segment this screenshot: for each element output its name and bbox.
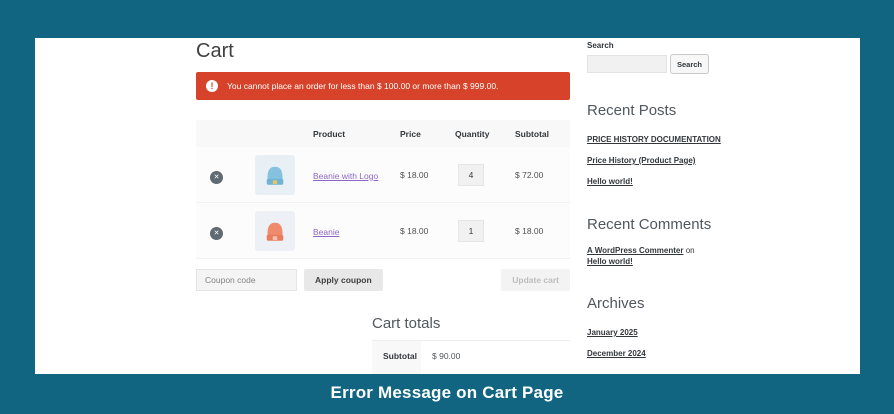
product-link[interactable]: Beanie — [313, 227, 339, 237]
comment-post-link[interactable]: Hello world! — [587, 257, 633, 266]
recent-post-link[interactable]: PRICE HISTORY DOCUMENTATION — [587, 135, 721, 144]
error-message: You cannot place an order for less than … — [227, 81, 499, 91]
comment-author-link[interactable]: A WordPress Commenter — [587, 246, 683, 255]
archive-link[interactable]: January 2025 — [587, 328, 638, 337]
page-title: Cart — [196, 40, 234, 62]
coupon-code-input[interactable] — [196, 269, 297, 291]
line-subtotal: $ 72.00 — [515, 169, 544, 180]
beanie-coral-graphic — [266, 222, 284, 241]
cart-totals-title: Cart totals — [372, 315, 441, 332]
product-price: $ 18.00 — [400, 169, 429, 180]
recent-posts-title: Recent Posts — [587, 102, 677, 119]
cart-totals-table: Subtotal $ 90.00 — [372, 340, 570, 374]
remove-item-icon[interactable]: ✕ — [210, 170, 223, 184]
search-widget: Search Search — [587, 41, 727, 74]
column-header-price: Price — [400, 128, 421, 139]
cart-row-beanie-with-logo: ✕ Beanie with Logo $ 18.00 $ 72.00 — [196, 147, 570, 203]
recent-post-link[interactable]: Hello world! — [587, 177, 633, 186]
recent-post-link[interactable]: Price History (Product Page) — [587, 156, 695, 165]
cart-actions-row: Apply coupon Update cart — [196, 269, 570, 291]
search-label: Search — [587, 41, 614, 50]
search-input[interactable] — [587, 55, 667, 73]
column-header-subtotal: Subtotal — [515, 128, 549, 139]
beanie-blue-graphic — [266, 166, 284, 185]
column-header-quantity: Quantity — [455, 128, 490, 139]
cart-table: Product Price Quantity Subtotal ✕ Beanie… — [196, 120, 570, 259]
update-cart-button[interactable]: Update cart — [501, 269, 570, 291]
quantity-input[interactable] — [458, 219, 484, 242]
cart-main-column: Cart ! You cannot place an order for les… — [196, 40, 570, 374]
product-price: $ 18.00 — [400, 225, 429, 236]
search-button[interactable]: Search — [670, 54, 710, 74]
recent-posts-widget: Recent Posts PRICE HISTORY DOCUMENTATION… — [587, 102, 727, 189]
subtotal-value: $ 90.00 — [432, 351, 461, 361]
error-icon: ! — [206, 80, 218, 92]
archive-link[interactable]: December 2024 — [587, 349, 646, 358]
archives-widget: Archives January 2025 December 2024 — [587, 295, 727, 361]
product-image[interactable] — [255, 154, 295, 195]
recent-comments-widget: Recent Comments A WordPress Commenter on… — [587, 216, 727, 267]
recent-comments-title: Recent Comments — [587, 216, 712, 233]
remove-item-icon[interactable]: ✕ — [210, 226, 223, 240]
cart-totals-section: Cart totals Subtotal $ 90.00 — [372, 315, 570, 374]
line-subtotal: $ 18.00 — [515, 225, 544, 236]
cart-page: Cart ! You cannot place an order for les… — [35, 38, 860, 374]
sidebar: Search Search Recent Posts PRICE HISTORY… — [587, 41, 727, 374]
screenshot-root: { "page": { "caption": "Error Message on… — [0, 0, 894, 414]
recent-comment: A WordPress Commenter on Hello world! — [587, 245, 709, 267]
archives-title: Archives — [587, 295, 645, 312]
apply-coupon-button[interactable]: Apply coupon — [304, 269, 383, 291]
product-link[interactable]: Beanie with Logo — [313, 171, 378, 181]
archives-list: January 2025 December 2024 — [587, 322, 727, 361]
recent-posts-list: PRICE HISTORY DOCUMENTATION Price Histor… — [587, 129, 727, 189]
cart-table-header-row: Product Price Quantity Subtotal — [196, 120, 570, 147]
caption-text: Error Message on Cart Page — [330, 383, 564, 402]
column-header-product: Product — [313, 128, 346, 139]
cart-row-beanie: ✕ Beanie $ 18.00 $ 18.00 — [196, 203, 570, 259]
comment-connector: on — [685, 246, 695, 255]
quantity-input[interactable] — [458, 163, 484, 186]
error-banner: ! You cannot place an order for less tha… — [196, 72, 570, 100]
product-image[interactable] — [255, 210, 295, 251]
subtotal-label: Subtotal — [372, 341, 421, 374]
